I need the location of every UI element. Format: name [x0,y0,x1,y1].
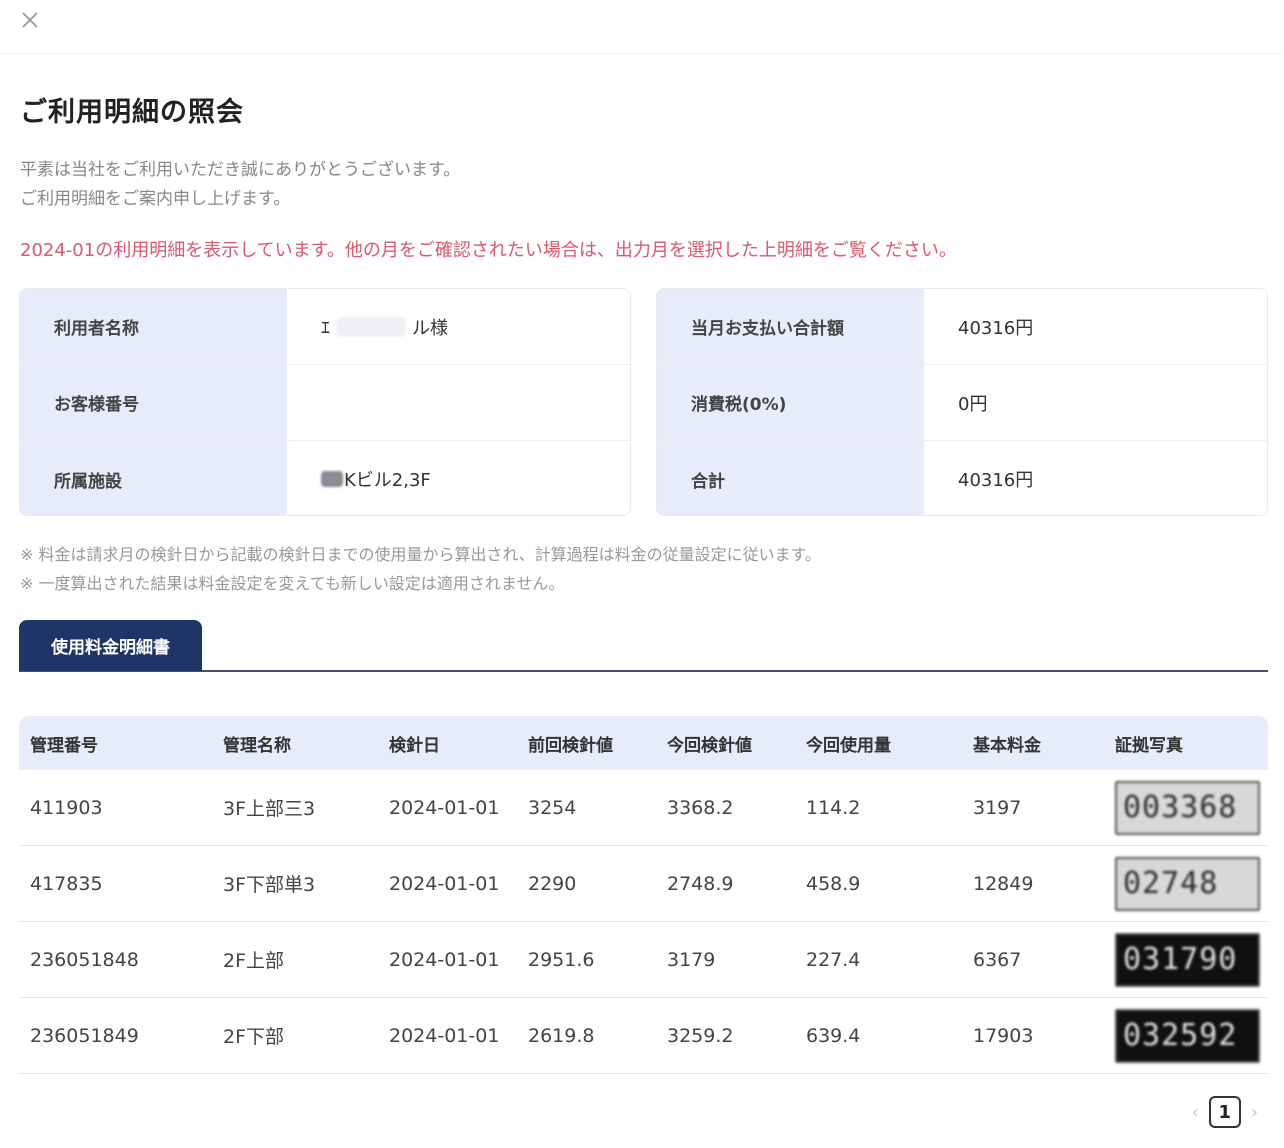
table-row: 411903 3F上部三3 2024-01-01 3254 3368.2 114… [19,770,1268,846]
cell-base-fee: 3197 [973,796,1022,819]
note-line-1: ※ 料金は請求月の検針日から記載の検針日までの使用量から算出され、計算過程は料金… [20,545,822,564]
tax-row: 消費税(0%) 0円 [657,365,1267,441]
user-name-row: 利用者名称 ｴ ル様 [20,289,630,365]
header-base-fee: 基本料金 [973,735,1041,756]
header-evidence-photo: 証拠写真 [1115,735,1183,756]
tax-label: 消費税(0%) [657,365,924,440]
cell-current-reading: 3368.2 [667,796,734,819]
monthly-total-value: 40316円 [958,317,1034,339]
table-row: 236051848 2F上部 2024-01-01 2951.6 3179 22… [19,922,1268,998]
header-current-reading: 今回検針値 [667,735,752,756]
billing-summary-card: 当月お支払い合計額 40316円 消費税(0%) 0円 合計 40316円 [656,288,1268,516]
cell-previous-reading: 2951.6 [528,948,595,971]
facility-label: 所属施設 [20,441,287,515]
cell-current-reading: 2748.9 [667,872,734,895]
sum-value: 40316円 [958,470,1034,491]
tab-bar: 使用料金明細書 [19,620,1268,672]
cell-management-number: 411903 [30,796,103,819]
user-name-value: ｴ ル様 [287,289,630,364]
intro-line-2: ご利用明細をご案内申し上げます。 [20,189,291,209]
sum-row: 合計 40316円 [657,441,1267,515]
facility-value: Kビル2,3F [287,441,630,515]
cell-management-number: 236051848 [30,948,139,971]
header-previous-reading: 前回検針値 [528,735,613,756]
cell-current-usage: 639.4 [806,1024,861,1047]
cell-evidence-photo: 031790 [1104,932,1268,987]
user-info-card: 利用者名称 ｴ ル様 お客様番号 所属施設 Kビル2,3F [19,288,631,516]
table-row: 236051849 2F下部 2024-01-01 2619.8 3259.2 … [19,998,1268,1074]
meter-photo-thumbnail[interactable]: 031790 [1115,932,1260,987]
cell-current-usage: 114.2 [806,796,861,819]
usage-table: 管理番号 管理名称 検針日 前回検針値 今回検針値 今回使用量 基本料金 証拠写… [19,716,1268,1074]
intro-line-1: 平素は当社をご利用いただき誠にありがとうございます。 [20,160,461,180]
table-row: 417835 3F下部単3 2024-01-01 2290 2748.9 458… [19,846,1268,922]
cell-reading-date: 2024-01-01 [389,1024,500,1047]
header-current-usage: 今回使用量 [806,735,891,756]
fee-notes: ※ 料金は請求月の検針日から記載の検針日までの使用量から算出され、計算過程は料金… [20,540,821,598]
close-icon [22,12,38,28]
page-number-button[interactable]: 1 [1208,1096,1241,1128]
customer-number-label: お客様番号 [20,365,287,440]
customer-number-value [287,365,630,440]
close-button[interactable] [18,6,44,34]
cell-previous-reading: 3254 [528,796,577,819]
redacted-block [321,471,343,487]
facility-row: 所属施設 Kビル2,3F [20,441,630,515]
page-title: ご利用明細の照会 [20,97,244,128]
cell-reading-date: 2024-01-01 [389,796,500,819]
pagination: ‹ 1 › [1192,1096,1258,1128]
sum-label: 合計 [657,441,924,515]
cell-base-fee: 6367 [973,948,1022,971]
cell-current-usage: 458.9 [806,872,861,895]
note-line-2: ※ 一度算出された結果は料金設定を変えても新しい設定は適用されません。 [20,574,565,593]
header-management-number: 管理番号 [30,735,98,756]
user-name-suffix: ル様 [412,317,448,339]
prev-page-button[interactable]: ‹ [1192,1102,1199,1123]
cell-evidence-photo: 003368 [1104,780,1268,835]
cell-base-fee: 12849 [973,872,1034,895]
cell-previous-reading: 2290 [528,872,577,895]
modal-header [0,0,1284,54]
cell-management-name: 3F下部単3 [223,874,316,896]
user-name-prefix: ｴ [321,317,330,339]
month-notice: 2024-01の利用明細を表示しています。他の月をご確認されたい場合は、出力月を… [20,240,957,261]
cell-current-usage: 227.4 [806,948,861,971]
tax-value: 0円 [958,393,988,415]
redacted-block [336,316,406,337]
monthly-total-row: 当月お支払い合計額 40316円 [657,289,1267,365]
cell-management-name: 2F上部 [223,950,285,972]
header-management-name: 管理名称 [223,735,291,756]
cell-current-reading: 3259.2 [667,1024,734,1047]
table-header: 管理番号 管理名称 検針日 前回検針値 今回検針値 今回使用量 基本料金 証拠写… [19,716,1268,770]
tab-usage-statement[interactable]: 使用料金明細書 [19,620,202,671]
user-name-label: 利用者名称 [20,289,287,364]
cell-management-number: 417835 [30,872,103,895]
cell-previous-reading: 2619.8 [528,1024,595,1047]
cell-management-name: 2F下部 [223,1026,285,1048]
header-reading-date: 検針日 [389,735,440,756]
next-page-button[interactable]: › [1251,1102,1258,1123]
customer-number-row: お客様番号 [20,365,630,441]
cell-management-name: 3F上部三3 [223,798,316,820]
meter-photo-thumbnail[interactable]: 02748 [1115,856,1260,911]
cell-management-number: 236051849 [30,1024,139,1047]
meter-photo-thumbnail[interactable]: 032592 [1115,1008,1260,1063]
intro-text: 平素は当社をご利用いただき誠にありがとうございます。 ご利用明細をご案内申し上げ… [20,156,460,214]
cell-reading-date: 2024-01-01 [389,948,500,971]
cell-reading-date: 2024-01-01 [389,872,500,895]
cell-base-fee: 17903 [973,1024,1034,1047]
meter-photo-thumbnail[interactable]: 003368 [1115,780,1260,835]
cell-evidence-photo: 02748 [1104,856,1268,911]
monthly-total-label: 当月お支払い合計額 [657,289,924,364]
cell-evidence-photo: 032592 [1104,1008,1268,1063]
facility-name: Kビル2,3F [344,470,431,491]
cell-current-reading: 3179 [667,948,716,971]
